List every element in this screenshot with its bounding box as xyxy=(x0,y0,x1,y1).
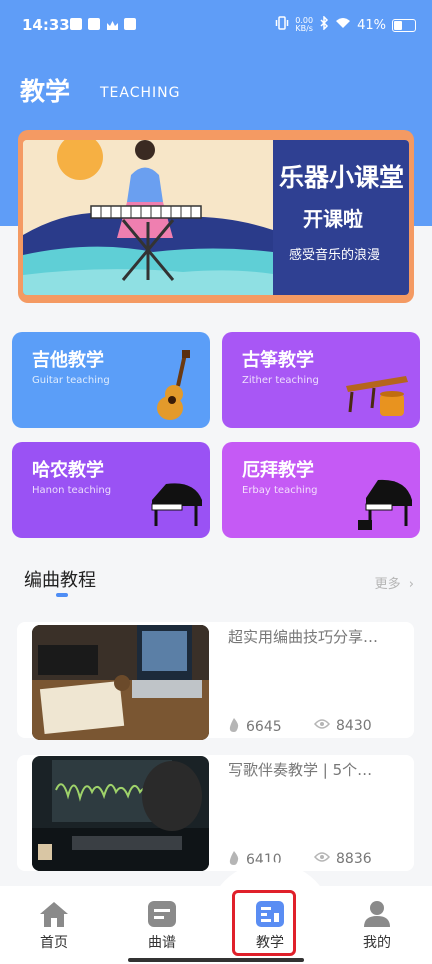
notification-icon xyxy=(88,18,100,30)
category-card-zither[interactable]: 古筝教学 Zither teaching xyxy=(222,332,420,428)
crown-icon xyxy=(106,18,118,30)
zither-icon xyxy=(346,376,408,416)
tutorial-item[interactable]: 超实用编曲技巧分享… 6645 8430 xyxy=(17,622,414,740)
flame-icon xyxy=(228,851,240,869)
banner-image: 乐器小课堂 开课啦 感受音乐的浪漫 xyxy=(23,140,409,295)
eye-icon xyxy=(314,718,330,734)
category-subtitle: Zither teaching xyxy=(242,375,319,386)
battery-icon xyxy=(392,18,416,32)
status-bar: 14:33 0.00 KB/s 41% xyxy=(0,0,432,50)
guitar-icon xyxy=(157,350,190,420)
category-subtitle: Erbay teaching xyxy=(242,485,318,496)
category-card-guitar[interactable]: 吉他教学 Guitar teaching xyxy=(12,332,210,428)
wifi-icon xyxy=(335,17,351,33)
view-count: 8430 xyxy=(314,718,372,734)
page-subtitle: TEACHING xyxy=(100,85,181,101)
status-time: 14:33 xyxy=(22,16,70,34)
banner-headline: 乐器小课堂 xyxy=(279,163,405,192)
view-count-value: 8430 xyxy=(336,718,372,734)
battery-percent: 41% xyxy=(357,17,386,33)
tutorial-item[interactable]: 写歌伴奏教学 | 5个… 6410 8836 xyxy=(17,755,414,871)
view-count: 8836 xyxy=(314,851,372,867)
like-count-value: 6645 xyxy=(246,719,282,735)
tutorial-title: 超实用编曲技巧分享… xyxy=(228,628,379,646)
tab-label: 曲谱 xyxy=(148,935,176,951)
network-speed: 0.00 KB/s xyxy=(295,16,314,33)
category-title: 古筝教学 xyxy=(242,350,314,371)
more-link[interactable]: 更多 › xyxy=(375,573,414,592)
bluetooth-icon xyxy=(319,15,329,34)
selection-highlight xyxy=(232,890,296,956)
profile-icon xyxy=(364,901,390,927)
tab-home[interactable]: 首页 xyxy=(19,900,89,951)
promo-banner[interactable]: 乐器小课堂 开课啦 感受音乐的浪漫 xyxy=(18,130,414,303)
category-card-hanon[interactable]: 哈农教学 Hanon teaching xyxy=(12,442,210,538)
tutorial-thumbnail xyxy=(32,625,209,740)
like-count: 6645 xyxy=(228,718,282,736)
banner-tagline: 感受音乐的浪漫 xyxy=(289,248,381,263)
category-subtitle: Hanon teaching xyxy=(32,485,112,496)
section-indicator xyxy=(56,593,68,597)
vibrate-icon xyxy=(275,16,289,34)
banner-subheadline: 开课啦 xyxy=(303,207,363,231)
tab-profile[interactable]: 我的 xyxy=(342,900,412,951)
category-title: 厄拜教学 xyxy=(242,460,314,481)
home-icon xyxy=(40,902,68,927)
chevron-right-icon: › xyxy=(408,577,414,592)
score-icon xyxy=(148,901,176,927)
grand-piano-icon xyxy=(151,483,202,526)
tab-label: 首页 xyxy=(40,935,68,951)
category-card-erbay[interactable]: 厄拜教学 Erbay teaching xyxy=(222,442,420,538)
category-title: 吉他教学 xyxy=(32,350,104,371)
home-indicator xyxy=(128,958,304,962)
section-title: 编曲教程 xyxy=(24,570,96,591)
banner-text-panel: 乐器小课堂 开课啦 感受音乐的浪漫 xyxy=(273,140,409,295)
tab-label: 我的 xyxy=(363,935,391,951)
tutorial-thumbnail xyxy=(32,756,209,871)
category-title: 哈农教学 xyxy=(32,460,104,481)
flame-icon xyxy=(228,718,240,736)
tab-score[interactable]: 曲谱 xyxy=(127,900,197,951)
grand-piano-icon xyxy=(358,479,412,530)
view-count-value: 8836 xyxy=(336,851,372,867)
page-title: 教学 xyxy=(20,77,71,106)
notification-icon xyxy=(70,18,82,30)
notification-icon xyxy=(124,18,136,30)
eye-icon xyxy=(314,851,330,867)
category-subtitle: Guitar teaching xyxy=(32,375,110,386)
more-label: 更多 xyxy=(374,577,401,592)
tutorial-title: 写歌伴奏教学 | 5个… xyxy=(228,761,373,779)
